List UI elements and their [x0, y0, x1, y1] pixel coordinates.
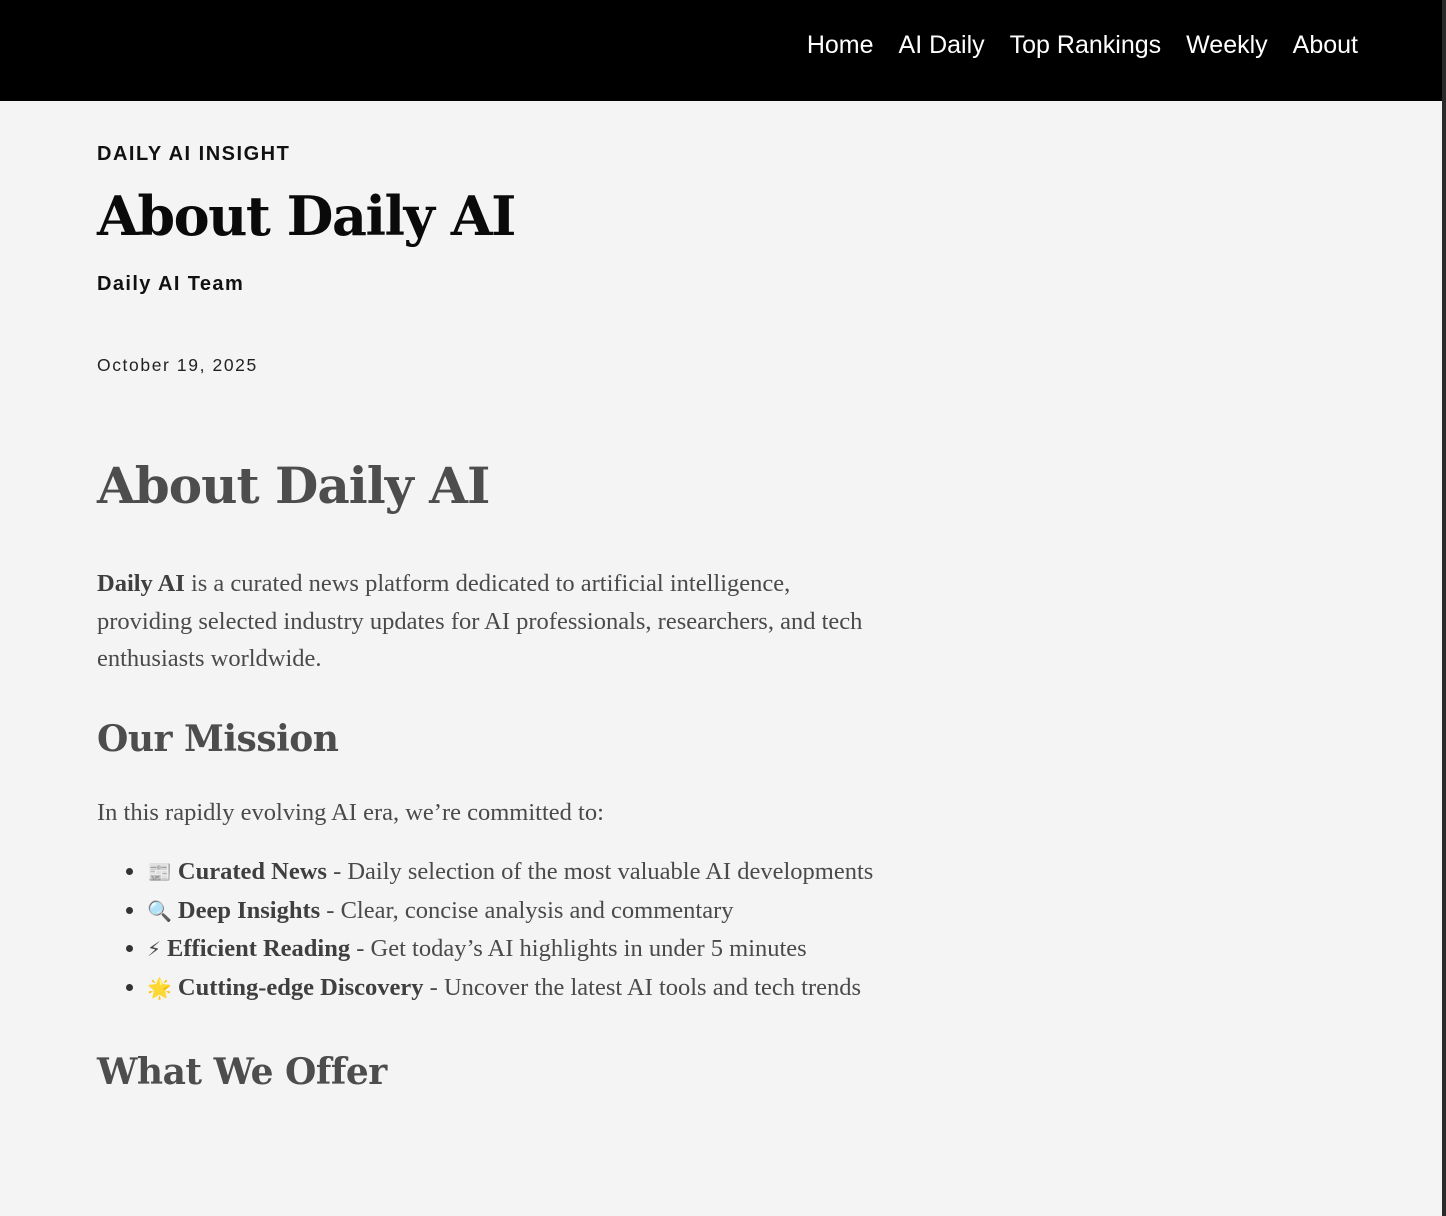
mission-heading: Our Mission: [97, 717, 339, 760]
nav-weekly[interactable]: Weekly: [1186, 27, 1268, 63]
list-item-title: Deep Insights: [177, 896, 321, 924]
top-navbar: Home AI Daily Top Rankings Weekly About: [0, 0, 1442, 101]
list-item-title: Curated News: [177, 858, 327, 885]
nav-top-rankings[interactable]: Top Rankings: [1010, 27, 1161, 63]
mission-lead: In this rapidly evolving AI era, we’re c…: [97, 798, 604, 826]
lightning-icon: ⚡: [147, 937, 162, 961]
list-item: 🔍Deep Insights - Clear, concise analysis…: [147, 892, 887, 931]
nav-about[interactable]: About: [1293, 27, 1358, 63]
intro-text: is a curated news platform dedicated to …: [97, 570, 863, 672]
nav-ai-daily[interactable]: AI Daily: [899, 27, 985, 63]
post-kicker[interactable]: DAILY AI INSIGHT: [97, 143, 290, 166]
nav-home[interactable]: Home: [807, 27, 874, 63]
list-item-text: - Clear, concise analysis and commentary: [320, 896, 734, 924]
list-item: ⚡Efficient Reading - Get today’s AI high…: [147, 930, 887, 969]
page-title: About Daily AI: [97, 184, 516, 248]
list-item-text: - Get today’s AI highlights in under 5 m…: [350, 935, 807, 962]
list-item-title: Cutting-edge Discovery: [177, 973, 424, 1001]
list-item-title: Efficient Reading: [167, 935, 351, 962]
star-icon: 🌟: [147, 975, 172, 1000]
article-heading: About Daily AI: [97, 456, 490, 515]
intro-paragraph: Daily AI is a curated news platform dedi…: [97, 565, 887, 678]
magnifier-icon: 🔍: [147, 898, 172, 923]
post-date: October 19, 2025: [97, 355, 258, 375]
mission-list: 📰Curated News - Daily selection of the m…: [97, 853, 887, 1007]
intro-brand: Daily AI: [97, 570, 185, 597]
list-item-text: - Uncover the latest AI tools and tech t…: [423, 973, 862, 1001]
article-body: About Daily AI Daily AI is a curated new…: [97, 451, 887, 1127]
offer-heading: What We Offer: [97, 1051, 387, 1093]
post-author: Daily AI Team: [97, 273, 245, 295]
window-edge: [1442, 0, 1446, 1216]
list-item: 🌟Cutting-edge Discovery - Uncover the la…: [147, 969, 887, 1008]
newspaper-icon: 📰: [147, 860, 172, 884]
main-nav: Home AI Daily Top Rankings Weekly About: [807, 27, 1358, 63]
list-item-text: - Daily selection of the most valuable A…: [326, 858, 874, 885]
list-item: 📰Curated News - Daily selection of the m…: [147, 853, 887, 892]
